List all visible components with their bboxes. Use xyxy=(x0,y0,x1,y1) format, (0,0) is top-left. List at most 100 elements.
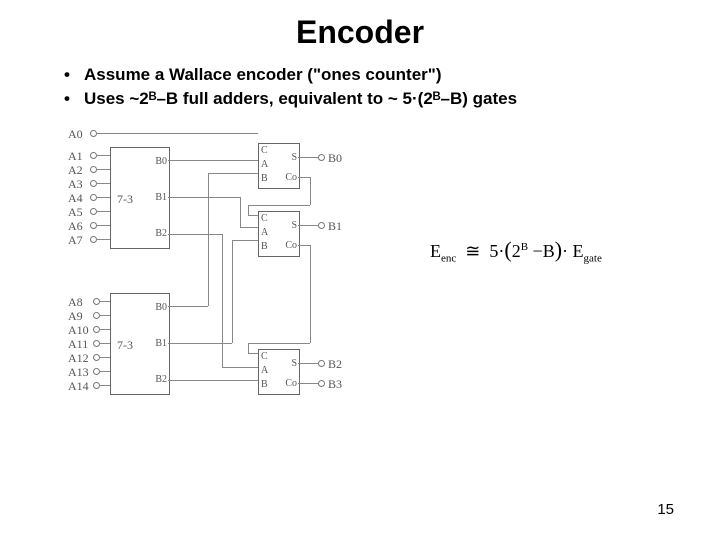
eq-lhs-sub: enc xyxy=(441,253,456,265)
wire xyxy=(240,227,258,228)
wire xyxy=(232,240,233,343)
wire xyxy=(96,239,110,240)
full-adder-box: C S A B Co xyxy=(258,349,300,395)
fa-pin-c: C xyxy=(261,145,268,156)
wire xyxy=(248,205,310,206)
wire xyxy=(208,173,209,306)
encoder-7-3-box: 7-3 B0 B1 B2 xyxy=(110,147,170,249)
encoder-box-label: 7-3 xyxy=(117,338,133,353)
fa-pin-co: Co xyxy=(285,240,297,251)
encoder-out-pin: B0 xyxy=(155,156,167,167)
output-label: B3 xyxy=(328,377,342,392)
wire xyxy=(222,234,223,367)
output-port xyxy=(318,380,325,387)
fa-pin-co: Co xyxy=(285,172,297,183)
eq-lhs-base: E xyxy=(430,241,441,261)
encoder-out-pin: B2 xyxy=(155,374,167,385)
encoder-out-pin: B0 xyxy=(155,302,167,313)
wire xyxy=(99,357,110,358)
fa-pin-a: A xyxy=(261,365,268,376)
fa-pin-b: B xyxy=(261,241,268,252)
output-label: B0 xyxy=(328,151,342,166)
input-label: A5 xyxy=(68,205,83,220)
eq-pow-sup: B xyxy=(521,241,528,253)
wire xyxy=(168,197,240,198)
full-adder-box: C S A B Co xyxy=(258,143,300,189)
wire xyxy=(248,353,258,354)
input-label: A6 xyxy=(68,219,83,234)
wire xyxy=(99,343,110,344)
wire xyxy=(208,173,258,174)
wire xyxy=(310,245,311,343)
wire xyxy=(168,160,258,161)
input-label: A1 xyxy=(68,149,83,164)
input-label: A11 xyxy=(68,337,88,352)
eq-term2: B xyxy=(543,241,555,261)
eq-pow-base: 2 xyxy=(512,241,521,261)
wire xyxy=(222,367,258,368)
eq-approx: ≅ xyxy=(465,241,480,261)
eq-rhs-base: E xyxy=(573,241,584,261)
wire xyxy=(96,155,110,156)
wire xyxy=(168,234,222,235)
encoder-diagram: A0 A1 A2 A3 A4 A5 A6 A7 7-3 B0 B1 xyxy=(68,127,388,447)
output-label: B2 xyxy=(328,357,342,372)
encoder-out-pin: B1 xyxy=(155,192,167,203)
input-label: A3 xyxy=(68,177,83,192)
wire xyxy=(99,301,110,302)
fa-pin-c: C xyxy=(261,213,268,224)
encoder-7-3-box: 7-3 B0 B1 B2 xyxy=(110,293,170,395)
wire xyxy=(298,245,310,246)
wire xyxy=(96,197,110,198)
eq-dot2: · xyxy=(562,241,568,261)
bullet-list: Assume a Wallace encoder ("ones counter"… xyxy=(44,65,720,109)
wire xyxy=(240,197,241,227)
wire xyxy=(99,315,110,316)
wire xyxy=(168,380,258,381)
wire xyxy=(99,329,110,330)
slide-title: Encoder xyxy=(0,0,720,51)
wire xyxy=(298,383,318,384)
wire xyxy=(298,157,318,158)
fa-pin-co: Co xyxy=(285,378,297,389)
wire xyxy=(96,133,258,134)
input-label: A4 xyxy=(68,191,83,206)
input-label: A2 xyxy=(68,163,83,178)
input-label: A13 xyxy=(68,365,89,380)
output-port xyxy=(318,154,325,161)
fa-pin-b: B xyxy=(261,173,268,184)
output-port xyxy=(318,360,325,367)
fa-pin-a: A xyxy=(261,159,268,170)
wire xyxy=(248,205,249,215)
wire xyxy=(248,343,310,344)
encoder-out-pin: B2 xyxy=(155,228,167,239)
fa-pin-s: S xyxy=(291,152,297,163)
fa-pin-s: S xyxy=(291,358,297,369)
wire xyxy=(99,371,110,372)
output-label: B1 xyxy=(328,219,342,234)
wire xyxy=(96,183,110,184)
eq-minus: − xyxy=(533,241,543,261)
input-label: A10 xyxy=(68,323,89,338)
input-label: A8 xyxy=(68,295,83,310)
wire xyxy=(99,385,110,386)
full-adder-box: C S A B Co xyxy=(258,211,300,257)
wire xyxy=(248,343,249,353)
wire xyxy=(168,306,208,307)
encoder-out-pin: B1 xyxy=(155,338,167,349)
wire xyxy=(96,169,110,170)
fa-pin-a: A xyxy=(261,227,268,238)
fa-pin-c: C xyxy=(261,351,268,362)
input-label: A7 xyxy=(68,233,83,248)
input-label: A0 xyxy=(68,127,83,142)
input-label: A9 xyxy=(68,309,83,324)
bullet-item: Uses ~2ᴮ–B full adders, equivalent to ~ … xyxy=(84,89,720,109)
encoder-box-label: 7-3 xyxy=(117,192,133,207)
output-port xyxy=(318,222,325,229)
page-number: 15 xyxy=(657,501,674,518)
input-label: A14 xyxy=(68,379,89,394)
bullet-item: Assume a Wallace encoder ("ones counter"… xyxy=(84,65,720,85)
wire xyxy=(310,177,311,205)
fa-pin-s: S xyxy=(291,220,297,231)
wire xyxy=(96,211,110,212)
